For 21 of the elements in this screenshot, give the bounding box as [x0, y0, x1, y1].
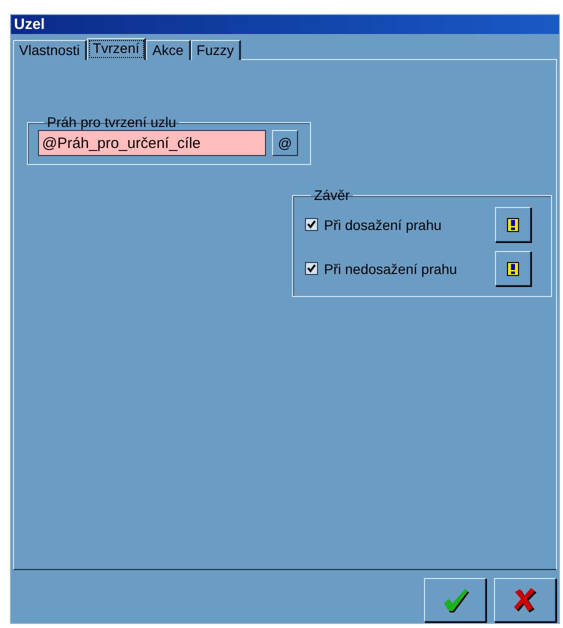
tab[interactable]: Akce	[146, 40, 191, 60]
close-icon	[512, 587, 538, 613]
tab[interactable]: Vlastnosti	[13, 40, 87, 60]
checkbox[interactable]	[305, 262, 318, 275]
warning-icon	[507, 218, 519, 232]
warning-button[interactable]	[495, 207, 531, 242]
threshold-field[interactable]: @Práh_pro_určení_cíle	[38, 130, 266, 156]
ok-button[interactable]	[424, 578, 486, 622]
group-title: Závěr	[313, 187, 351, 203]
insert-variable-button[interactable]: @	[272, 130, 298, 156]
checkbox-label: Při nedosažení prahu	[324, 260, 458, 276]
checkmark-icon	[441, 587, 469, 613]
group-title: Práh pro tvrzení uzlu	[46, 114, 178, 130]
warning-button[interactable]	[495, 251, 531, 286]
tab[interactable]: Tvrzení	[86, 38, 146, 60]
checkbox-label: Při dosažení prahu	[324, 216, 442, 232]
window-title: Uzel	[11, 15, 559, 34]
warning-icon	[507, 262, 519, 276]
tab[interactable]: Fuzzy	[190, 40, 241, 60]
cancel-button[interactable]	[494, 578, 556, 622]
checkbox[interactable]	[305, 218, 318, 231]
